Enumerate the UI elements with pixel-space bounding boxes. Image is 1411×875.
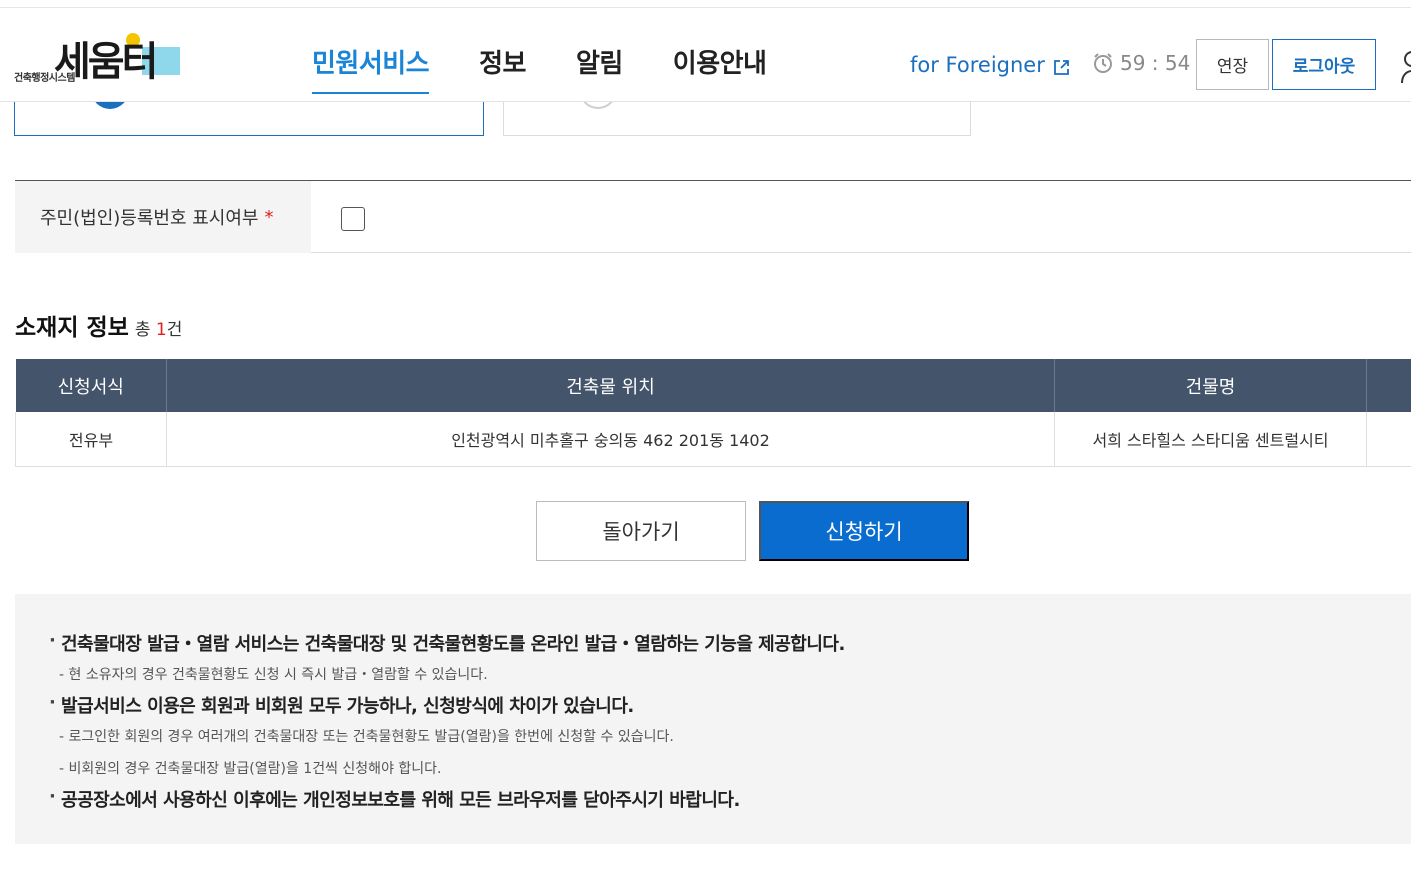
site-logo[interactable]: 세움터 건축행정시스템	[14, 29, 184, 89]
notice-item-sub: - 로그인한 회원의 경우 여러개의 건축물대장 또는 건축물현황도 발급(열람…	[59, 729, 674, 745]
user-icon[interactable]	[1398, 49, 1411, 83]
count-prefix: 총	[134, 320, 151, 340]
resident-number-label-text: 주민(법인)등록번호 표시여부	[40, 208, 259, 229]
location-info-heading: 소재지 정보 총 1건	[15, 308, 182, 342]
for-foreigner-label: for Foreigner	[910, 53, 1045, 77]
alarm-clock-icon	[1094, 53, 1112, 73]
session-timer: 59 : 54	[1092, 51, 1190, 75]
notice-item-main: 건축물대장 발급・열람 서비스는 건축물대장 및 건축물현황도를 온라인 발급・…	[49, 628, 1411, 658]
resident-number-label: 주민(법인)등록번호 표시여부 *	[15, 181, 311, 253]
main-nav: 민원서비스 정보 알림 이용안내	[312, 43, 816, 94]
notice-item-main: 발급서비스 이용은 회원과 비회원 모두 가능하나, 신청방식에 차이가 있습니…	[49, 690, 1411, 720]
cell-extra	[1366, 412, 1411, 467]
cell-building-name: 서희 스타힐스 스타디움 센트럴시티	[1054, 412, 1367, 467]
notice-item-sub: - 현 소유자의 경우 건축물현황도 신청 시 즉시 발급・열람할 수 있습니다…	[59, 667, 488, 683]
section-title: 소재지 정보	[15, 315, 129, 341]
cell-form-type: 전유부	[15, 412, 167, 467]
total-count: 총 1건	[135, 315, 183, 340]
location-table: 신청서식 건축물 위치 건물명 전유부 인천광역시 미추홀구 숭의동 462 2…	[15, 359, 1411, 467]
count-number: 1	[155, 320, 167, 340]
count-suffix: 건	[166, 320, 183, 340]
notice-item-sub: - 비회원의 경우 건축물대장 발급(열람)을 1건씩 신청해야 합니다.	[59, 761, 442, 777]
col-header-building-location: 건축물 위치	[166, 359, 1055, 412]
col-header-form-type: 신청서식	[15, 359, 167, 412]
nav-guide[interactable]: 이용안내	[673, 43, 767, 94]
table-row: 전유부 인천광역시 미추홀구 숭의동 462 201동 1402 서희 스타힐스…	[15, 412, 1411, 467]
resident-number-display-row: 주민(법인)등록번호 표시여부 *	[15, 180, 1411, 253]
apply-button[interactable]: 신청하기	[759, 501, 969, 561]
logo-sub-text: 건축행정시스템	[14, 73, 75, 84]
external-link-icon	[1053, 57, 1070, 75]
back-button[interactable]: 돌아가기	[536, 501, 746, 561]
top-strip	[0, 0, 1411, 8]
notice-item-main: 공공장소에서 사용하신 이후에는 개인정보보호를 위해 모든 브라우저를 닫아주…	[49, 784, 1411, 814]
nav-info[interactable]: 정보	[479, 43, 526, 94]
resident-number-display-checkbox[interactable]	[341, 207, 365, 231]
nav-notice[interactable]: 알림	[576, 43, 623, 94]
timer-value: 59 : 54	[1120, 51, 1191, 75]
col-header-building-name: 건물명	[1054, 359, 1367, 412]
site-header: 세움터 건축행정시스템 민원서비스 정보 알림 이용안내 for Foreign…	[0, 9, 1411, 102]
table-header-row: 신청서식 건축물 위치 건물명	[15, 359, 1411, 412]
required-mark: *	[264, 206, 274, 228]
cell-building-location: 인천광역시 미추홀구 숭의동 462 201동 1402	[166, 412, 1055, 467]
for-foreigner-link[interactable]: for Foreigner	[910, 53, 1070, 77]
logout-button[interactable]: 로그아웃	[1272, 39, 1376, 90]
col-header-extra	[1366, 359, 1411, 412]
extend-session-button[interactable]: 연장	[1196, 39, 1269, 90]
nav-civil-service[interactable]: 민원서비스	[312, 43, 430, 94]
notice-box: 건축물대장 발급・열람 서비스는 건축물대장 및 건축물현황도를 온라인 발급・…	[15, 594, 1411, 844]
